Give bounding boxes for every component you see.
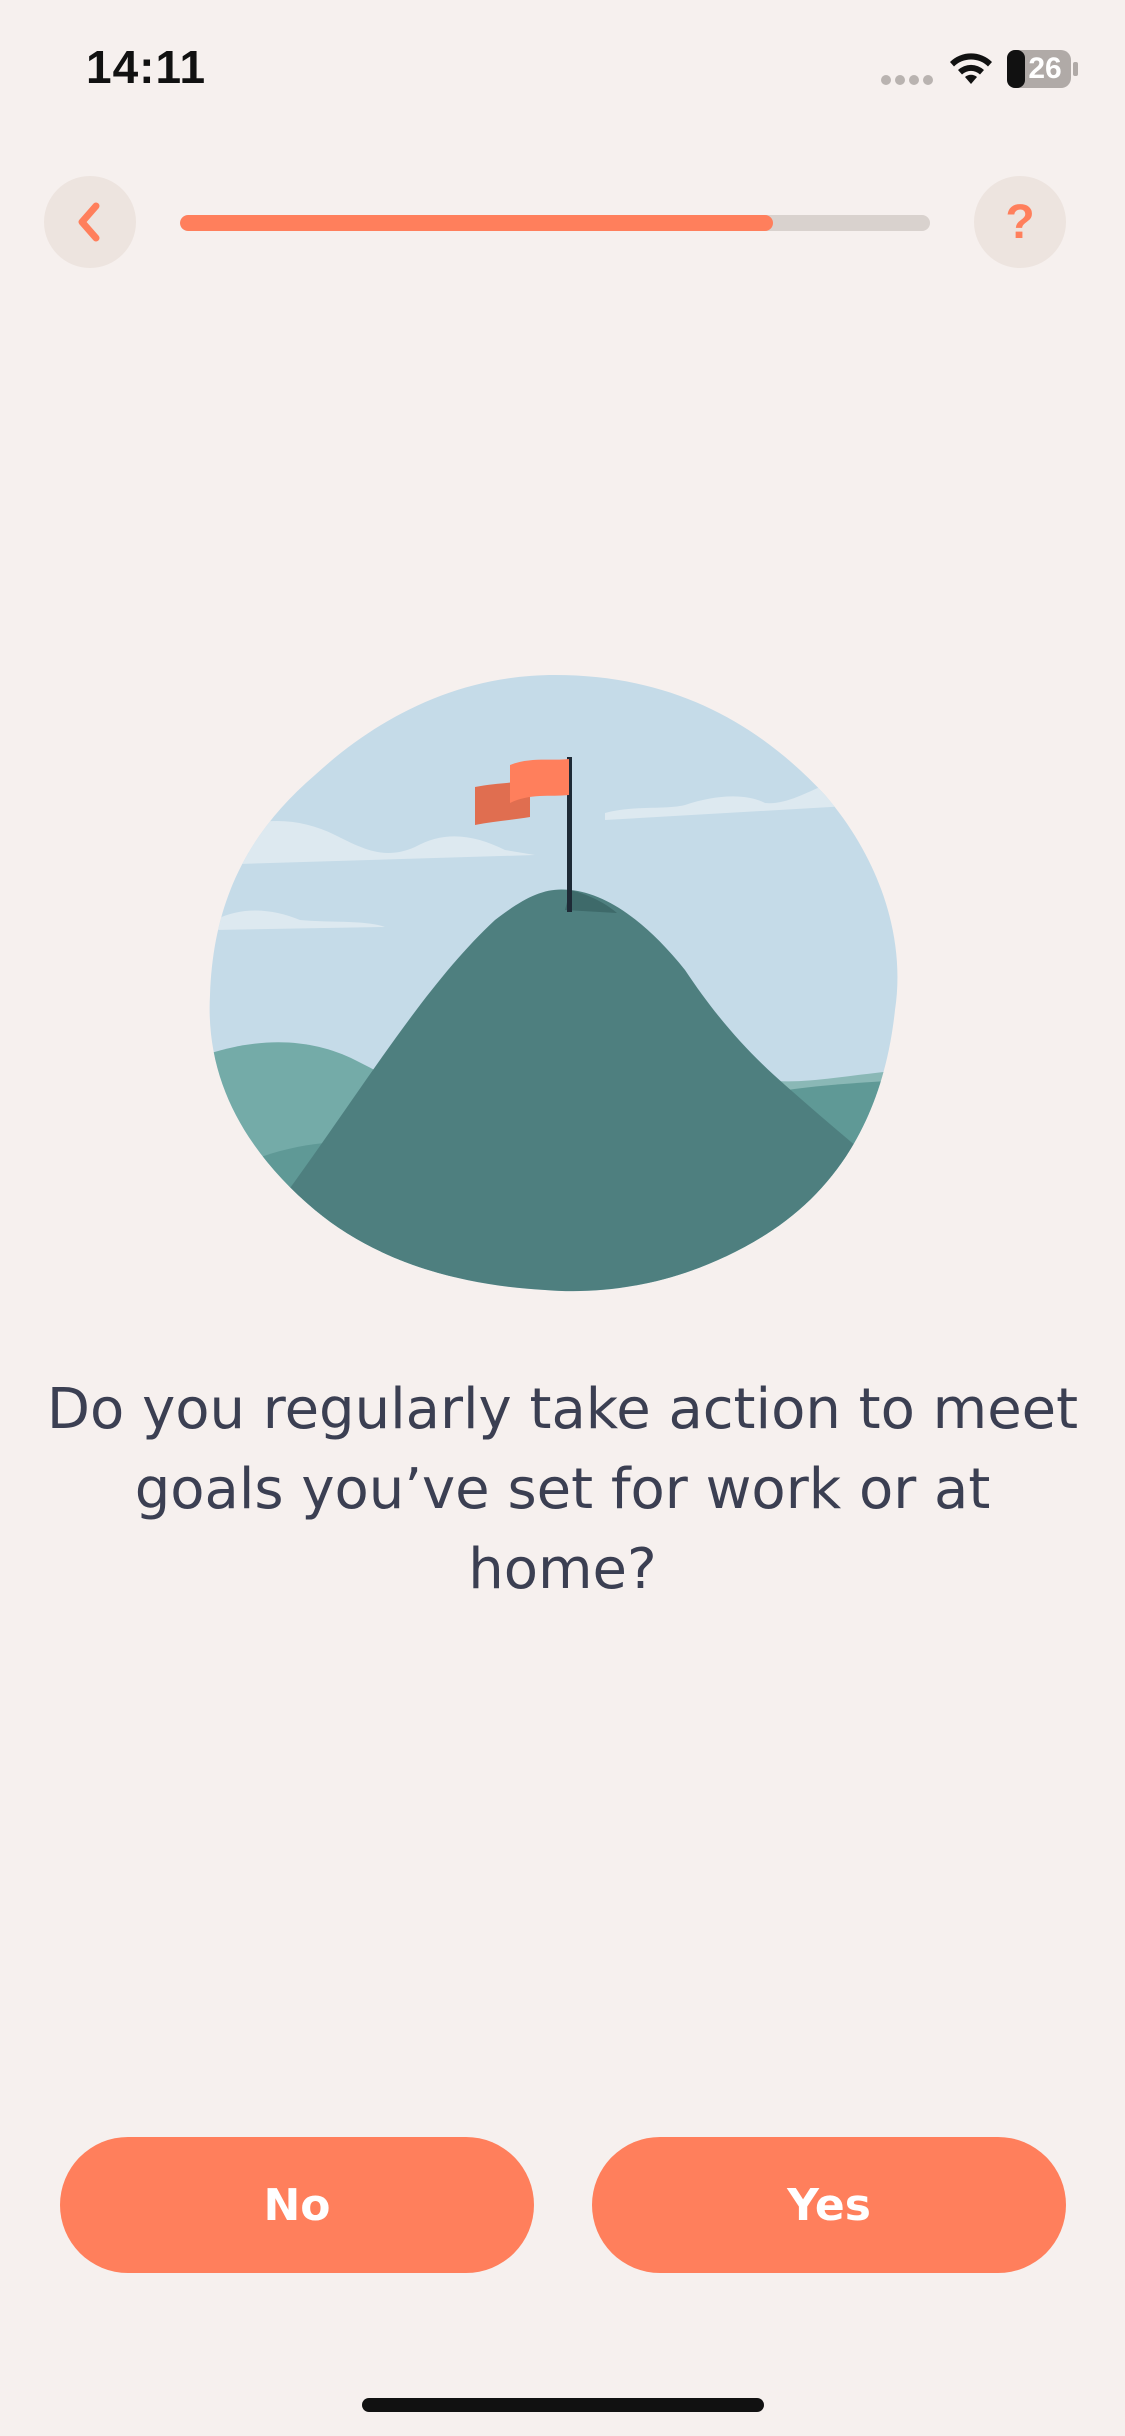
battery-level: 26 (1028, 52, 1062, 85)
status-time: 14:11 (86, 41, 207, 93)
status-bar: 14:11 26 (0, 0, 1125, 140)
progress-fill (180, 215, 773, 231)
back-button[interactable] (44, 176, 136, 268)
question-mark-icon: ? (1005, 195, 1035, 249)
wifi-icon (950, 53, 992, 84)
progress-bar (180, 215, 930, 231)
cellular-signal-icon (881, 75, 933, 85)
help-button[interactable]: ? (974, 176, 1066, 268)
mountain-flag-illustration (209, 675, 898, 1292)
home-indicator (362, 2398, 764, 2412)
question-text: Do you regularly take action to meet goa… (46, 1377, 1079, 1602)
chevron-left-icon (78, 202, 100, 242)
yes-button[interactable]: Yes (592, 2137, 1066, 2273)
no-button[interactable]: No (60, 2137, 534, 2273)
